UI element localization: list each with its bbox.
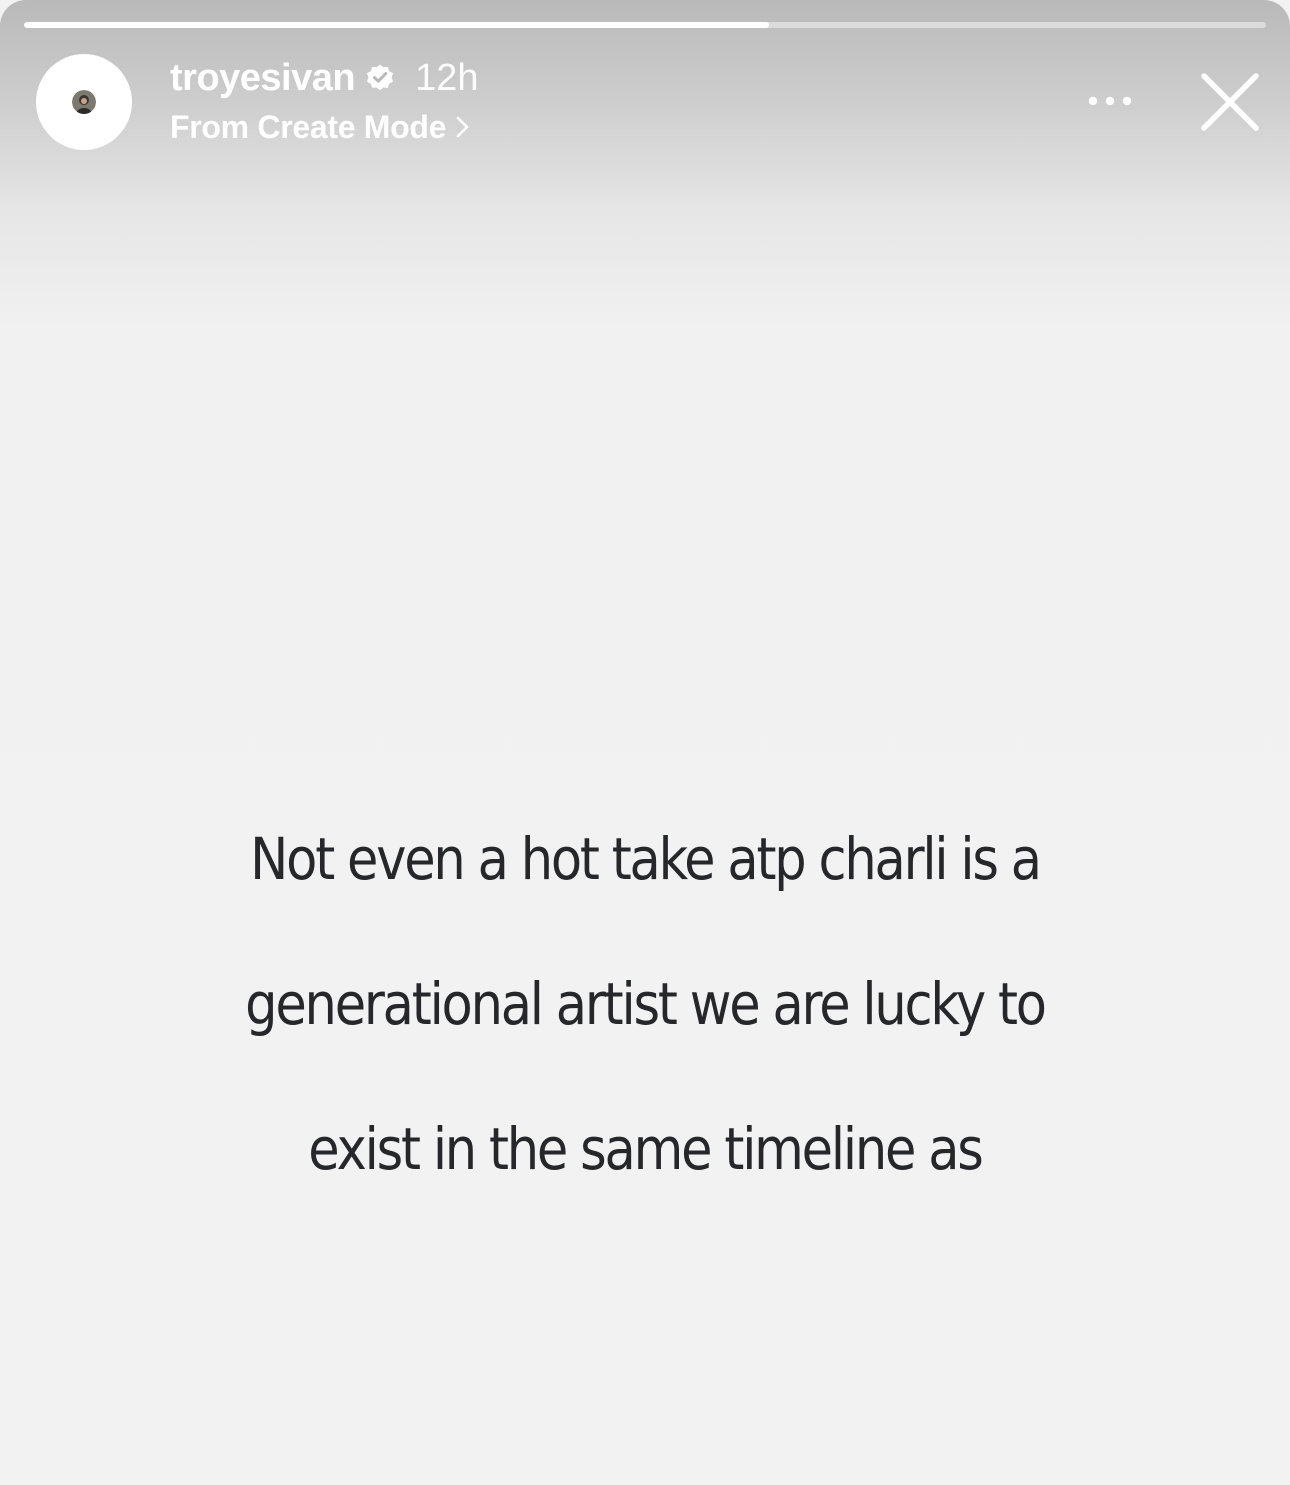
story-timestamp: 12h [415,56,479,99]
create-mode-link[interactable]: From Create Mode [170,106,472,148]
subtitle-label: From Create Mode [170,108,447,145]
more-horizontal-icon [1088,96,1132,106]
story-text-line: exist in the same timeline as [308,1114,984,1183]
close-button[interactable] [1190,62,1270,142]
profile-photo [72,90,96,114]
verified-badge-icon [365,63,395,93]
more-options-button[interactable] [1080,84,1140,118]
story-text-line: Not even a hot take atp charli is a [250,824,1042,893]
avatar[interactable] [36,54,132,150]
story-progress-bar [24,22,1266,28]
close-icon [1201,73,1259,131]
story-text: Not even a hot take atp charli is a gene… [130,750,1160,1258]
chevron-right-icon [454,114,472,140]
story-progress-fill [24,22,770,28]
username[interactable]: troyesivan [170,57,356,100]
story-viewer[interactable]: troyesivan 12h From Create Mode Not even… [0,0,1290,1485]
story-header: troyesivan 12h [170,54,479,102]
story-text-line: generational artist we are lucky to [245,969,1047,1038]
